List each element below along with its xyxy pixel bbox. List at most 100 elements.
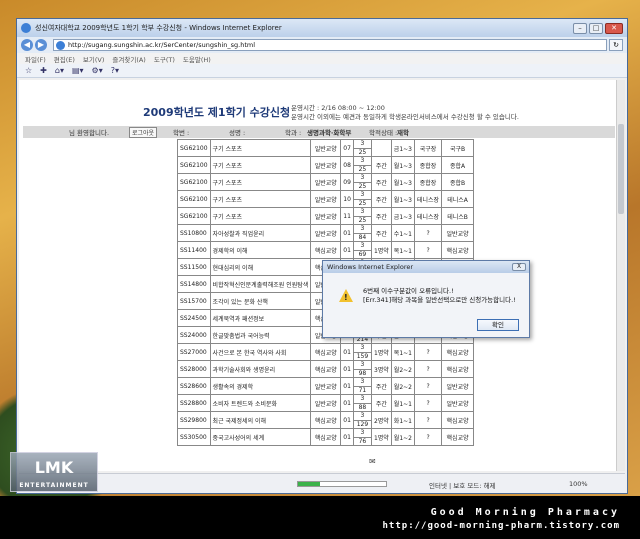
- course-cell-name: 생활속의 경제학: [209, 377, 312, 395]
- course-cell-name: 과학기술사회와 생명윤리: [209, 360, 312, 378]
- course-row[interactable]: SS27000 사건으로 본 한국 역사와 사회 핵심교양 01 3 1명약 목1~1? 핵심…: [177, 343, 475, 361]
- vertical-scrollbar[interactable]: [616, 80, 625, 471]
- page-title: 2009학년도 제1학기 수강신청: [143, 106, 291, 119]
- course-row[interactable]: SS30500 중국고사성어의 세계 핵심교양 01 3 1명약 월1~2? 핵심교양: [177, 428, 475, 446]
- course-row[interactable]: SS11400 경제학의 이해 핵심교양 01 3 1명약 목1~1? 핵심교양: [177, 241, 475, 259]
- course-cell-name: 구기 스포츠: [209, 139, 312, 157]
- course-cell-sec: 01: [340, 360, 354, 378]
- menu-help[interactable]: 도움말(H): [183, 54, 211, 64]
- student-no-label: 학번 :: [173, 129, 190, 137]
- course-cell-t5: 핵심교양: [441, 411, 475, 429]
- course-cell-name: 조각이 있는 문화 산책: [209, 292, 312, 310]
- course-cell-sec: 09: [340, 173, 354, 191]
- course-row[interactable]: SS10800 자아성찰과 직업윤리 일반교양 01 3 주간 수1~1? 일반교양: [177, 224, 475, 242]
- course-cell-t5: 테니스A: [441, 190, 475, 208]
- help-menu-icon[interactable]: ?▾: [111, 66, 119, 75]
- menu-view[interactable]: 보기(V): [83, 54, 104, 64]
- course-cell-code: SS24000: [177, 326, 211, 344]
- course-row[interactable]: SG62100 구기 스포츠 일반교양 09 3 주간 월1~3 종합장 종합B: [177, 173, 475, 191]
- progress-fill: [298, 482, 320, 486]
- page-menu-icon[interactable]: ▤▾: [72, 66, 84, 75]
- course-cell-t5: 핵심교양: [441, 428, 475, 446]
- course-row[interactable]: SG62100 구기 스포츠 일반교양 10 3 주간 월1~3 테니스장 테니스A: [177, 190, 475, 208]
- course-cell-name: 구기 스포츠: [209, 190, 312, 208]
- course-cell-num: 3: [352, 360, 372, 370]
- course-cell-num: 71: [352, 385, 372, 395]
- course-cell-sec: 01: [340, 411, 354, 429]
- tools-menu-icon[interactable]: ⚙▾: [92, 66, 103, 75]
- refresh-button[interactable]: ↻: [609, 39, 623, 51]
- course-cell-code: SS27000: [177, 343, 211, 361]
- course-cell-t1: 2명약: [370, 411, 392, 429]
- course-row[interactable]: SS29800 최근 국제정세의 이해 핵심교양 01 3 2명약 화1~1? 핵심교양: [177, 411, 475, 429]
- menu-favorites[interactable]: 즐겨찾기(A): [112, 54, 145, 64]
- course-cell-t5: 테니스B: [441, 207, 475, 225]
- course-cell-cat: 일반교양: [310, 156, 342, 174]
- course-cell-t4: ?: [413, 241, 443, 259]
- dialog-title[interactable]: Windows Internet Explorer X: [323, 261, 529, 273]
- course-row[interactable]: SG62100 구기 스포츠 일반교양 07 3 금1~3 국구장 국구B: [177, 139, 475, 157]
- url-field[interactable]: http://sugang.sungshin.ac.kr/SerCenter/s…: [53, 39, 607, 51]
- course-cell-code: SS11400: [177, 241, 211, 259]
- course-cell-code: SS28000: [177, 360, 211, 378]
- course-row[interactable]: SG62100 구기 스포츠 일반교양 08 3 주간 월1~3 종합장 종합A: [177, 156, 475, 174]
- title-bar[interactable]: 성신여자대학교 2009학년도 1학기 학부 수강신청 - Windows In…: [17, 19, 627, 37]
- security-zone[interactable]: 인터넷 | 보호 모드: 해제: [429, 480, 495, 490]
- dialog-title-text: Windows Internet Explorer: [327, 263, 414, 271]
- scrollbar-thumb[interactable]: [618, 124, 624, 214]
- course-row[interactable]: SG62100 구기 스포츠 일반교양 11 3 주간 금1~3 테니스장 테니스B: [177, 207, 475, 225]
- course-cell-num: 3: [352, 156, 372, 166]
- course-cell-code: SS11500: [177, 258, 211, 276]
- footer-brand: Good Morning Pharmacy: [430, 507, 620, 518]
- course-cell-t2: 금1~3: [390, 139, 415, 157]
- menu-bar: 파일(F) 편집(E) 보기(V) 즐겨찾기(A) 도구(T) 도움말(H): [17, 53, 627, 64]
- course-cell-name: 세계북역과 패션정보: [209, 309, 312, 327]
- course-cell-t4: 테니스장: [413, 190, 443, 208]
- course-cell-t5: 종합B: [441, 173, 475, 191]
- close-button[interactable]: ✕: [605, 22, 623, 34]
- menu-file[interactable]: 파일(F): [25, 54, 46, 64]
- zoom-level[interactable]: 100%: [569, 480, 588, 488]
- course-cell-t4: 테니스장: [413, 207, 443, 225]
- ok-button[interactable]: 확인: [477, 319, 519, 331]
- add-favorites-icon[interactable]: ✚: [40, 66, 47, 75]
- course-cell-t5: 국구B: [441, 139, 475, 157]
- operating-hours-notice: 운영시간 : 2/16 08:00 ~ 12:00 운영시간 이외에는 예견과 …: [291, 104, 519, 122]
- menu-edit[interactable]: 편집(E): [54, 54, 75, 64]
- menu-tools[interactable]: 도구(T): [154, 54, 175, 64]
- minimize-button[interactable]: –: [573, 22, 587, 34]
- home-icon[interactable]: ⌂▾: [55, 66, 64, 75]
- progress-bar: [297, 481, 387, 487]
- course-cell-num: 3: [352, 241, 372, 251]
- ie-icon: [21, 23, 31, 33]
- course-cell-name: 비합작혁신인문계출력해조원 인원탐색: [209, 275, 312, 293]
- course-cell-sec: 01: [340, 343, 354, 361]
- back-icon[interactable]: ◀: [21, 39, 33, 51]
- course-cell-name: 현대심리의 이해: [209, 258, 312, 276]
- course-cell-cat: 일반교양: [310, 207, 342, 225]
- maximize-button[interactable]: □: [589, 22, 603, 34]
- course-row[interactable]: SS28800 소비자 트렌드와 소비문화 일반교양 01 3 주간 월1~1? 일반교양: [177, 394, 475, 412]
- dialog-close-button[interactable]: X: [512, 263, 526, 271]
- name-label: 성명 :: [229, 129, 246, 137]
- course-cell-t2: 월2~2: [390, 377, 415, 395]
- course-cell-t2: 월1~1: [390, 394, 415, 412]
- course-cell-t4: ?: [413, 394, 443, 412]
- course-cell-t5: 종합A: [441, 156, 475, 174]
- course-cell-num: 3: [352, 190, 372, 200]
- course-row[interactable]: SS28600 생활속의 경제학 일반교양 01 3 주간 월2~2? 일반교양: [177, 377, 475, 395]
- course-cell-t1: 주간: [370, 224, 392, 242]
- course-cell-t4: ?: [413, 411, 443, 429]
- course-cell-cat: 일반교양: [310, 139, 342, 157]
- course-cell-t4: 국구장: [413, 139, 443, 157]
- favorites-star-icon[interactable]: ☆: [25, 66, 32, 75]
- mail-icon[interactable]: ✉: [369, 457, 376, 466]
- forward-icon[interactable]: ▶: [35, 39, 47, 51]
- course-cell-num: 3: [352, 139, 372, 149]
- course-cell-num: 25: [352, 198, 372, 208]
- logout-button[interactable]: 로그아웃: [129, 126, 158, 138]
- course-row[interactable]: SS28000 과학기술사회와 생명윤리 핵심교양 01 3 3명약 월2~2? 핵심교양: [177, 360, 475, 378]
- course-cell-name: 최근 국제정세의 이해: [209, 411, 312, 429]
- course-cell-t1: 주간: [370, 207, 392, 225]
- logo-text: LMK: [34, 458, 74, 477]
